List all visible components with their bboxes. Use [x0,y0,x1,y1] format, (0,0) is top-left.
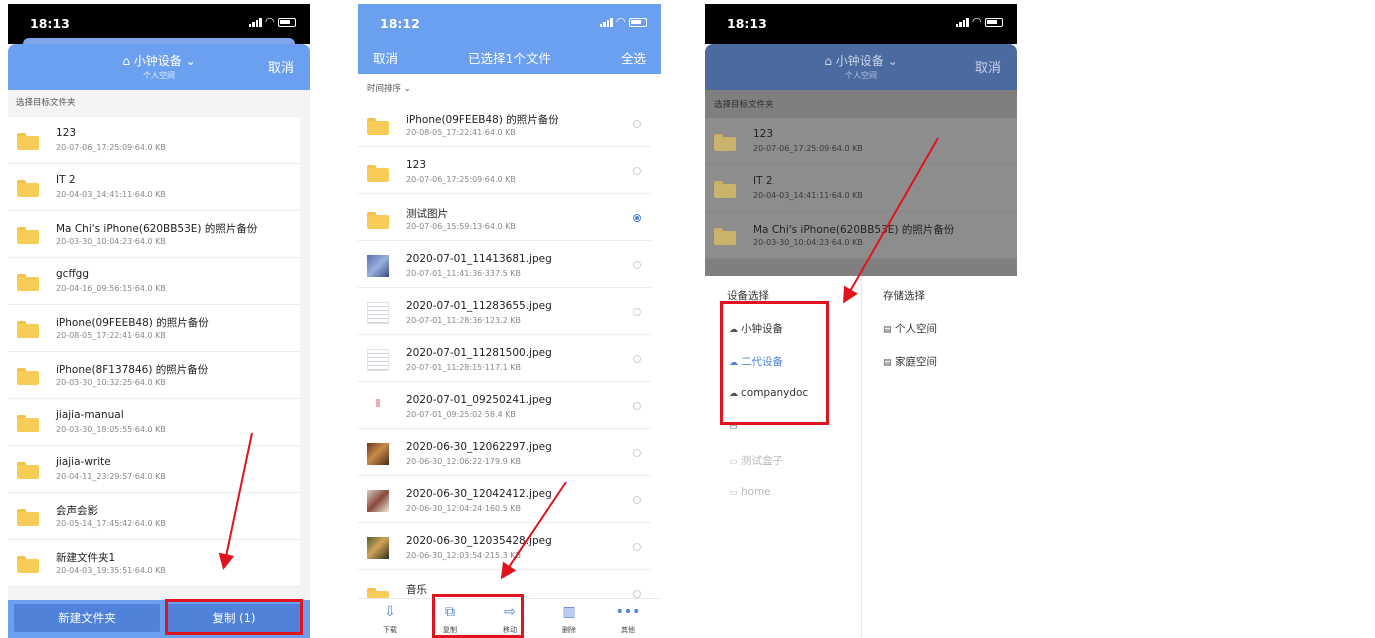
annotation-arrows [218,137,939,580]
arrow-to-device-list [843,137,939,304]
arrow-to-copy-button [218,432,253,570]
arrow-to-toolbar [500,481,567,580]
